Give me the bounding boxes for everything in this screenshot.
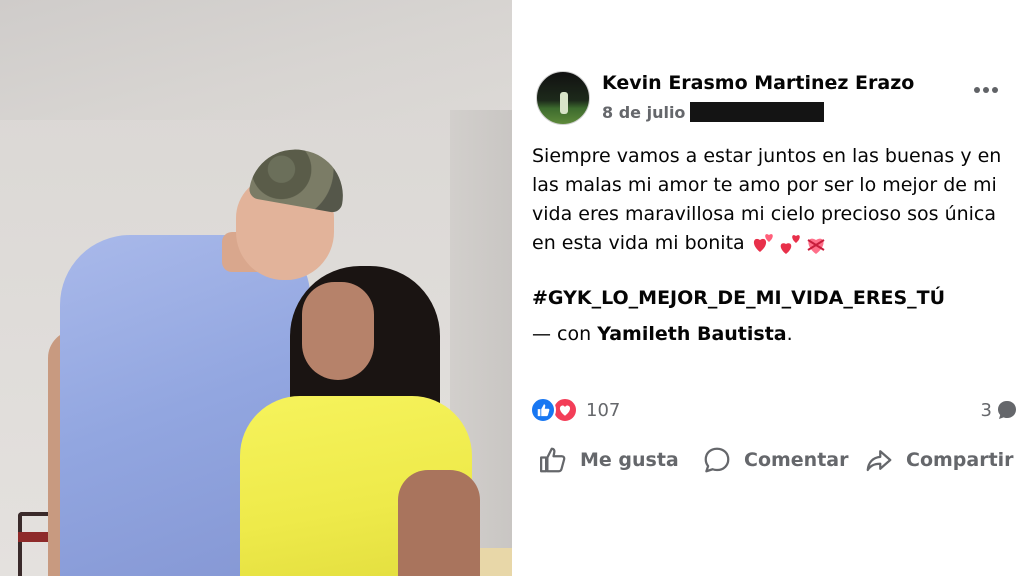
redaction-bar xyxy=(690,102,824,122)
post-photo[interactable] xyxy=(0,0,512,576)
post-hashtag[interactable]: #GYK_LO_MEJOR_DE_MI_VIDA_ERES_TÚ xyxy=(532,287,945,309)
share-arrow-icon xyxy=(866,450,892,472)
two-hearts-icon xyxy=(753,234,773,252)
share-button-label: Compartir xyxy=(906,449,1014,471)
tag-suffix: . xyxy=(786,323,793,345)
tag-prefix: — con xyxy=(532,323,592,345)
reaction-count: 107 xyxy=(586,399,621,421)
tagged-person-link[interactable]: Yamileth Bautista xyxy=(597,323,786,345)
more-dot xyxy=(983,87,989,93)
author-avatar[interactable] xyxy=(536,71,590,125)
comment-count-value: 3 xyxy=(980,399,992,421)
like-button-label: Me gusta xyxy=(580,449,679,471)
thumbs-up-icon xyxy=(540,447,566,473)
comment-count[interactable]: 3 xyxy=(981,399,1018,421)
comment-bubble-icon xyxy=(998,401,1016,419)
action-bar: Me gusta Comentar Compartir xyxy=(512,440,1024,480)
more-options-icon[interactable] xyxy=(974,87,998,93)
more-dot xyxy=(974,87,980,93)
photo-woman-face xyxy=(302,282,374,380)
like-button[interactable]: Me gusta xyxy=(538,440,679,480)
heart-with-ribbon-icon xyxy=(807,238,825,254)
photo-ceiling xyxy=(0,0,512,120)
avatar-figure xyxy=(560,92,568,114)
share-button[interactable]: Compartir xyxy=(864,440,1014,480)
tagged-line: — con Yamileth Bautista. xyxy=(532,323,793,345)
comment-icon xyxy=(704,447,730,473)
hearts-emoji-group xyxy=(753,234,825,254)
photo-woman-arm xyxy=(398,470,480,576)
reactions-summary[interactable]: 107 xyxy=(530,397,620,423)
hearts-icon xyxy=(780,235,800,254)
photo-chair xyxy=(18,512,52,576)
more-dot xyxy=(992,87,998,93)
post-panel: Kevin Erasmo Martinez Erazo 8 de julio S… xyxy=(512,0,1024,576)
comment-button[interactable]: Comentar xyxy=(702,440,848,480)
like-reaction-icon xyxy=(530,397,556,423)
author-name[interactable]: Kevin Erasmo Martinez Erazo xyxy=(602,72,914,94)
post-date[interactable]: 8 de julio xyxy=(602,103,685,122)
comment-button-label: Comentar xyxy=(744,449,849,471)
photo-chair-seat xyxy=(18,532,52,542)
